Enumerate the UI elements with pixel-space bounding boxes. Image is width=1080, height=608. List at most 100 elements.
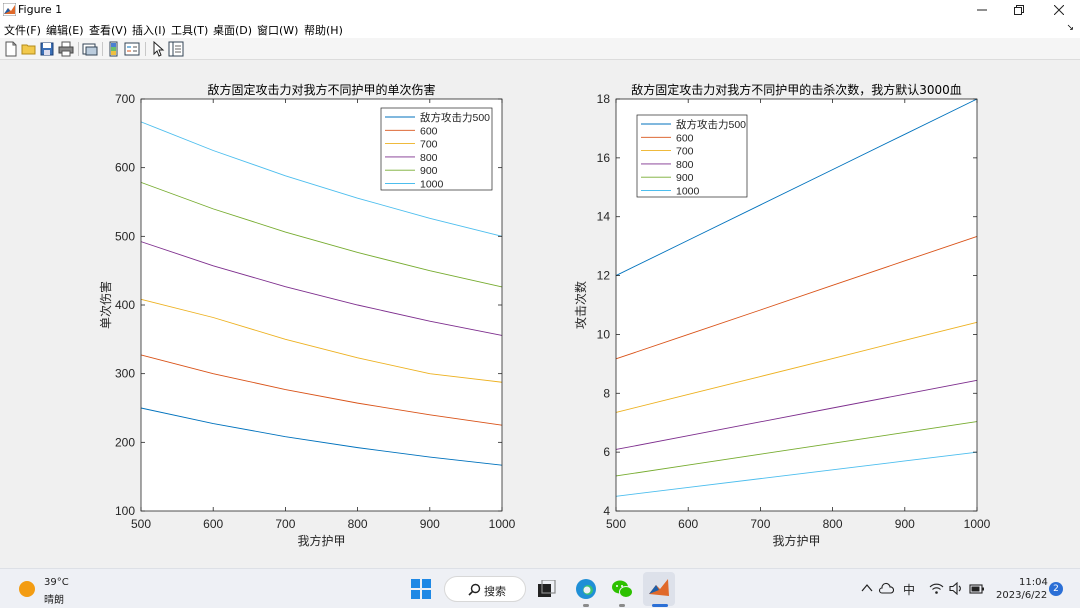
clock-date[interactable]: 2023/6/22	[996, 590, 1047, 601]
taskbar-search[interactable]: 搜索	[444, 576, 526, 602]
figure-toolbar	[0, 38, 1080, 60]
x-tick-label: 700	[750, 517, 770, 531]
menu-view[interactable]: 查看(V)	[89, 22, 127, 38]
weather-sun-icon[interactable]	[17, 579, 37, 599]
pointer-icon[interactable]	[150, 41, 166, 57]
wifi-icon[interactable]	[929, 582, 944, 595]
x-axis-label: 我方护甲	[297, 533, 345, 548]
clock-time[interactable]: 11:04	[1019, 577, 1048, 588]
active-indicator	[652, 604, 668, 607]
running-indicator	[619, 604, 625, 607]
x-axis-label: 我方护甲	[772, 533, 820, 548]
y-tick-label: 700	[115, 92, 135, 106]
y-tick-label: 8	[603, 386, 610, 400]
x-tick-label: 700	[275, 517, 295, 531]
x-tick-label: 600	[678, 517, 698, 531]
legend-entry: 900	[676, 172, 694, 184]
menu-edit[interactable]: 编辑(E)	[46, 22, 84, 38]
dock-arrow-icon[interactable]: ↘	[1066, 23, 1074, 33]
toolbar-separator	[145, 42, 146, 56]
matlab-taskbar-icon[interactable]	[648, 577, 670, 599]
link-plot-icon[interactable]	[82, 41, 98, 57]
legend-entry: 敌方攻击力500	[676, 118, 746, 131]
save-icon[interactable]	[39, 41, 55, 57]
menu-bar: 文件(F) 编辑(E) 查看(V) 插入(I) 工具(T) 桌面(D) 窗口(W…	[0, 20, 1080, 38]
x-tick-label: 500	[606, 517, 626, 531]
legend-entry: 敌方攻击力500	[420, 111, 490, 124]
y-tick-label: 500	[115, 229, 135, 243]
minimize-button[interactable]	[962, 0, 1002, 20]
print-icon[interactable]	[58, 41, 74, 57]
menu-help[interactable]: 帮助(H)	[304, 22, 343, 38]
y-tick-label: 600	[115, 161, 135, 175]
legend-entry: 600	[676, 132, 694, 144]
y-tick-label: 4	[603, 504, 610, 518]
x-tick-label: 900	[895, 517, 915, 531]
new-figure-icon[interactable]	[3, 41, 19, 57]
legend-entry: 700	[420, 139, 438, 151]
ime-indicator[interactable]: 中	[903, 581, 915, 598]
edge-browser-icon[interactable]	[575, 578, 597, 600]
restore-icon	[1014, 5, 1024, 15]
menu-window[interactable]: 窗口(W)	[257, 22, 298, 38]
x-tick-label: 900	[420, 517, 440, 531]
y-tick-label: 18	[597, 92, 611, 106]
windows-start-icon[interactable]	[411, 579, 431, 599]
y-tick-label: 16	[597, 151, 611, 165]
colorbar-icon[interactable]	[106, 41, 122, 57]
property-inspector-icon[interactable]	[168, 41, 184, 57]
open-icon[interactable]	[21, 41, 37, 57]
weather-temperature[interactable]: 39°C	[44, 577, 69, 588]
y-tick-label: 14	[597, 210, 611, 224]
menu-desktop[interactable]: 桌面(D)	[213, 22, 252, 38]
weather-condition[interactable]: 晴朗	[44, 591, 64, 606]
toolbar-separator	[78, 42, 79, 56]
cloud-icon[interactable]	[878, 582, 894, 595]
wechat-icon[interactable]	[611, 578, 633, 600]
x-tick-label: 1000	[489, 517, 516, 531]
x-tick-label: 800	[823, 517, 843, 531]
y-tick-label: 200	[115, 435, 135, 449]
y-tick-label: 100	[115, 504, 135, 518]
running-indicator	[583, 604, 589, 607]
chart-title: 敌方固定攻击力对我方不同护甲的单次伤害	[207, 82, 435, 97]
y-tick-label: 6	[603, 445, 610, 459]
search-icon	[468, 583, 481, 596]
task-view-icon[interactable]	[538, 580, 556, 598]
menu-file[interactable]: 文件(F)	[4, 22, 41, 38]
x-tick-label: 600	[203, 517, 223, 531]
close-icon	[1054, 5, 1064, 15]
y-tick-label: 10	[597, 327, 611, 341]
title-bar: Figure 1	[0, 0, 1080, 20]
legend-entry: 900	[420, 165, 438, 177]
x-tick-label: 500	[131, 517, 151, 531]
legend-icon[interactable]	[124, 41, 140, 57]
x-tick-label: 1000	[964, 517, 991, 531]
notification-badge[interactable]: 2	[1049, 582, 1063, 596]
chart-title: 敌方固定攻击力对我方不同护甲的击杀次数，我方默认3000血	[631, 82, 962, 97]
minimize-icon	[977, 9, 987, 11]
battery-icon[interactable]	[969, 582, 985, 595]
menu-insert[interactable]: 插入(I)	[132, 22, 166, 38]
search-label: 搜索	[484, 585, 506, 598]
legend-entry: 700	[676, 146, 694, 158]
y-tick-label: 12	[597, 269, 611, 283]
figure-canvas: 500 600 700 800 900 1000100200300400500600700…	[98, 82, 991, 548]
y-axis-label: 攻击次数	[573, 281, 588, 329]
legend-entry: 600	[420, 125, 438, 137]
menu-tools[interactable]: 工具(T)	[171, 22, 208, 38]
legend-entry: 800	[420, 152, 438, 164]
legend-entry: 1000	[676, 186, 700, 198]
y-tick-label: 400	[115, 298, 135, 312]
y-axis-label: 单次伤害	[98, 281, 113, 329]
close-button[interactable]	[1039, 0, 1079, 20]
volume-icon[interactable]	[949, 582, 964, 595]
window-title: Figure 1	[18, 3, 63, 16]
legend-entry: 1000	[420, 179, 444, 191]
restore-button[interactable]	[999, 0, 1039, 20]
x-tick-label: 800	[348, 517, 368, 531]
chevron-up-icon[interactable]	[861, 583, 873, 593]
legend-entry: 800	[676, 159, 694, 171]
y-tick-label: 300	[115, 367, 135, 381]
taskbar: 39°C 晴朗 搜索 中 11:04 2023/6/22 2	[0, 568, 1080, 608]
